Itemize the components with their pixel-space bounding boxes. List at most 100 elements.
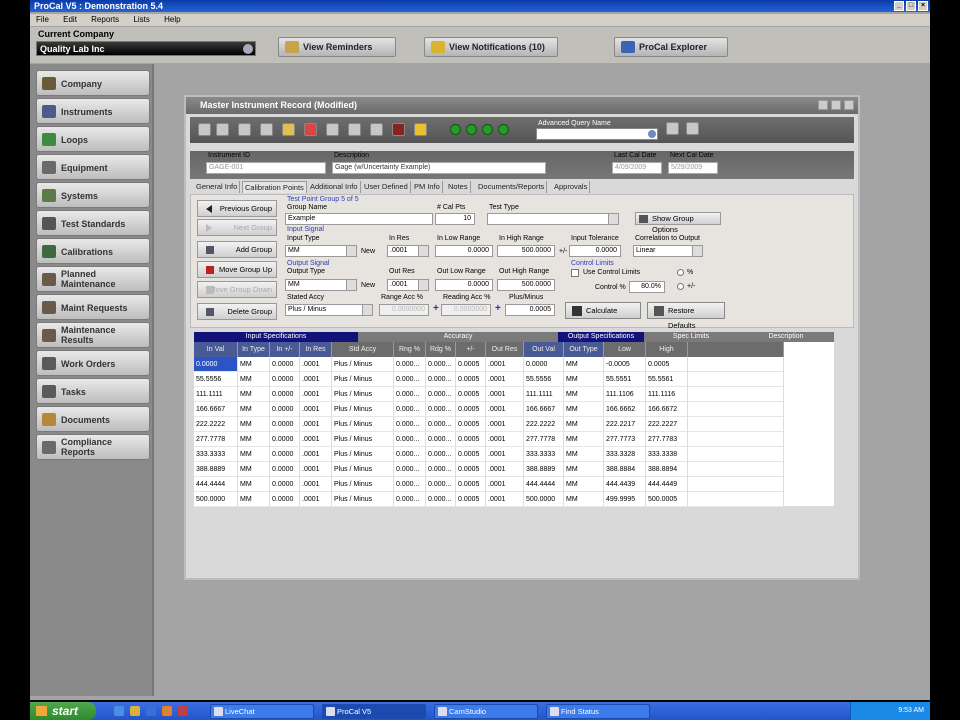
cell-low[interactable]: 55.5551 <box>604 372 646 387</box>
nav-documents[interactable]: Documents <box>36 406 150 432</box>
cell-pm[interactable]: 0.0005 <box>456 417 486 432</box>
correlation-select[interactable]: Linear <box>633 245 703 257</box>
cell-rdg-pct[interactable]: 0.000... <box>426 462 456 477</box>
cell-out-val[interactable]: 55.5556 <box>524 372 564 387</box>
column-header-rdg-pct[interactable]: Rdg % <box>426 342 456 357</box>
dropdown-icon[interactable] <box>608 214 618 224</box>
output-type-select[interactable]: MM <box>285 279 357 291</box>
dropdown-icon[interactable] <box>362 305 372 315</box>
cell-std-accy[interactable]: Plus / Minus <box>332 447 394 462</box>
quicklaunch-icon[interactable] <box>178 706 188 716</box>
cell-out-res[interactable]: .0001 <box>486 447 524 462</box>
cell-description[interactable] <box>688 372 784 387</box>
tab-calibration-points[interactable]: Calibration Points <box>242 181 307 193</box>
cell-in-type[interactable]: MM <box>238 387 270 402</box>
tab-documents-reports[interactable]: Documents/Reports <box>476 181 548 193</box>
cell-std-accy[interactable]: Plus / Minus <box>332 357 394 372</box>
cell-low[interactable]: 388.8884 <box>604 462 646 477</box>
cell-low[interactable]: 222.2217 <box>604 417 646 432</box>
last-record-icon[interactable] <box>498 124 509 135</box>
cell-rng-pct[interactable]: 0.000... <box>394 372 426 387</box>
cell-pm[interactable]: 0.0005 <box>456 387 486 402</box>
cell-in-type[interactable]: MM <box>238 432 270 447</box>
nav-equipment[interactable]: Equipment <box>36 154 150 180</box>
cell-in-val[interactable]: 388.8889 <box>194 462 238 477</box>
out-res-select[interactable]: .0001 <box>387 279 429 291</box>
cell-in-val[interactable]: 111.1111 <box>194 387 238 402</box>
ie-icon[interactable] <box>114 706 124 716</box>
cell-pm[interactable]: 0.0005 <box>456 492 486 507</box>
cell-in-val[interactable]: 277.7778 <box>194 432 238 447</box>
record-close-button[interactable] <box>844 100 854 110</box>
cell-rng-pct[interactable]: 0.000... <box>394 477 426 492</box>
column-header-in-pm[interactable]: In +/- <box>270 342 300 357</box>
output-type-new-link[interactable]: New <box>361 282 375 289</box>
folder-icon[interactable] <box>282 123 295 136</box>
view-notifications-button[interactable]: View Notifications (10) <box>424 37 558 57</box>
procal-explorer-button[interactable]: ProCal Explorer <box>614 37 728 57</box>
dropdown-icon[interactable] <box>692 246 702 256</box>
nav-calibrations[interactable]: Calibrations <box>36 238 150 264</box>
in-high-range-input[interactable]: 500.0000 <box>497 245 555 257</box>
cell-out-type[interactable]: MM <box>564 432 604 447</box>
cell-out-type[interactable]: MM <box>564 477 604 492</box>
cell-in-val[interactable]: 55.5556 <box>194 372 238 387</box>
nav-maint-requests[interactable]: Maint Requests <box>36 294 150 320</box>
cell-in-val[interactable]: 166.6667 <box>194 402 238 417</box>
copy-icon[interactable] <box>238 123 251 136</box>
cell-description[interactable] <box>688 432 784 447</box>
cell-rdg-pct[interactable]: 0.000... <box>426 387 456 402</box>
cell-rdg-pct[interactable]: 0.000... <box>426 357 456 372</box>
cell-std-accy[interactable]: Plus / Minus <box>332 402 394 417</box>
column-header-in-val[interactable]: In Val <box>194 342 238 357</box>
num-cal-pts-input[interactable]: 10 <box>435 213 475 225</box>
cell-rng-pct[interactable]: 0.000... <box>394 387 426 402</box>
cell-in-type[interactable]: MM <box>238 477 270 492</box>
cell-std-accy[interactable]: Plus / Minus <box>332 372 394 387</box>
query-run-icon[interactable] <box>686 122 699 135</box>
move-group-up-button[interactable]: Move Group Up <box>197 261 277 278</box>
cell-description[interactable] <box>688 417 784 432</box>
cell-std-accy[interactable]: Plus / Minus <box>332 462 394 477</box>
task-camstudio[interactable]: CamStudio <box>434 704 538 719</box>
column-header-low[interactable]: Low <box>604 342 646 357</box>
nav-compliance-reports[interactable]: Compliance Reports <box>36 434 150 460</box>
use-control-limits-checkbox[interactable] <box>571 269 579 277</box>
range-acc-input[interactable]: 0.0000000 <box>379 304 429 316</box>
cell-rng-pct[interactable]: 0.000... <box>394 417 426 432</box>
cell-high[interactable]: 333.3338 <box>646 447 688 462</box>
cell-in-res[interactable]: .0001 <box>300 417 332 432</box>
cell-in-type[interactable]: MM <box>238 372 270 387</box>
cell-pm[interactable]: 0.0005 <box>456 447 486 462</box>
plus-minus-radio[interactable] <box>677 283 684 290</box>
cell-out-res[interactable]: .0001 <box>486 492 524 507</box>
cell-description[interactable] <box>688 387 784 402</box>
out-high-range-input[interactable]: 500.0000 <box>497 279 555 291</box>
cell-high[interactable]: 277.7783 <box>646 432 688 447</box>
cell-out-type[interactable]: MM <box>564 462 604 477</box>
cell-in-res[interactable]: .0001 <box>300 387 332 402</box>
cell-in-val[interactable]: 222.2222 <box>194 417 238 432</box>
cell-pm[interactable]: 0.0005 <box>456 477 486 492</box>
cell-in-val[interactable]: 333.3333 <box>194 447 238 462</box>
nav-tasks[interactable]: Tasks <box>36 378 150 404</box>
cell-std-accy[interactable]: Plus / Minus <box>332 477 394 492</box>
attach-icon[interactable] <box>370 123 383 136</box>
cell-out-type[interactable]: MM <box>564 492 604 507</box>
column-header-pm[interactable]: +/- <box>456 342 486 357</box>
cell-low[interactable]: 111.1106 <box>604 387 646 402</box>
cell-out-res[interactable]: .0001 <box>486 477 524 492</box>
cell-description[interactable] <box>688 492 784 507</box>
dropdown-icon[interactable] <box>346 246 356 256</box>
cell-pm[interactable]: 0.0005 <box>456 402 486 417</box>
record-restore-button[interactable] <box>831 100 841 110</box>
group-name-input[interactable]: Example <box>285 213 433 225</box>
cell-in-res[interactable]: .0001 <box>300 492 332 507</box>
cell-in-val[interactable]: 0.0000 <box>194 357 238 372</box>
cell-low[interactable]: 444.4439 <box>604 477 646 492</box>
desktop-icon[interactable] <box>146 706 156 716</box>
next-record-icon[interactable] <box>482 124 493 135</box>
cell-rdg-pct[interactable]: 0.000... <box>426 372 456 387</box>
cell-out-val[interactable]: 333.3333 <box>524 447 564 462</box>
cell-out-val[interactable]: 111.1111 <box>524 387 564 402</box>
